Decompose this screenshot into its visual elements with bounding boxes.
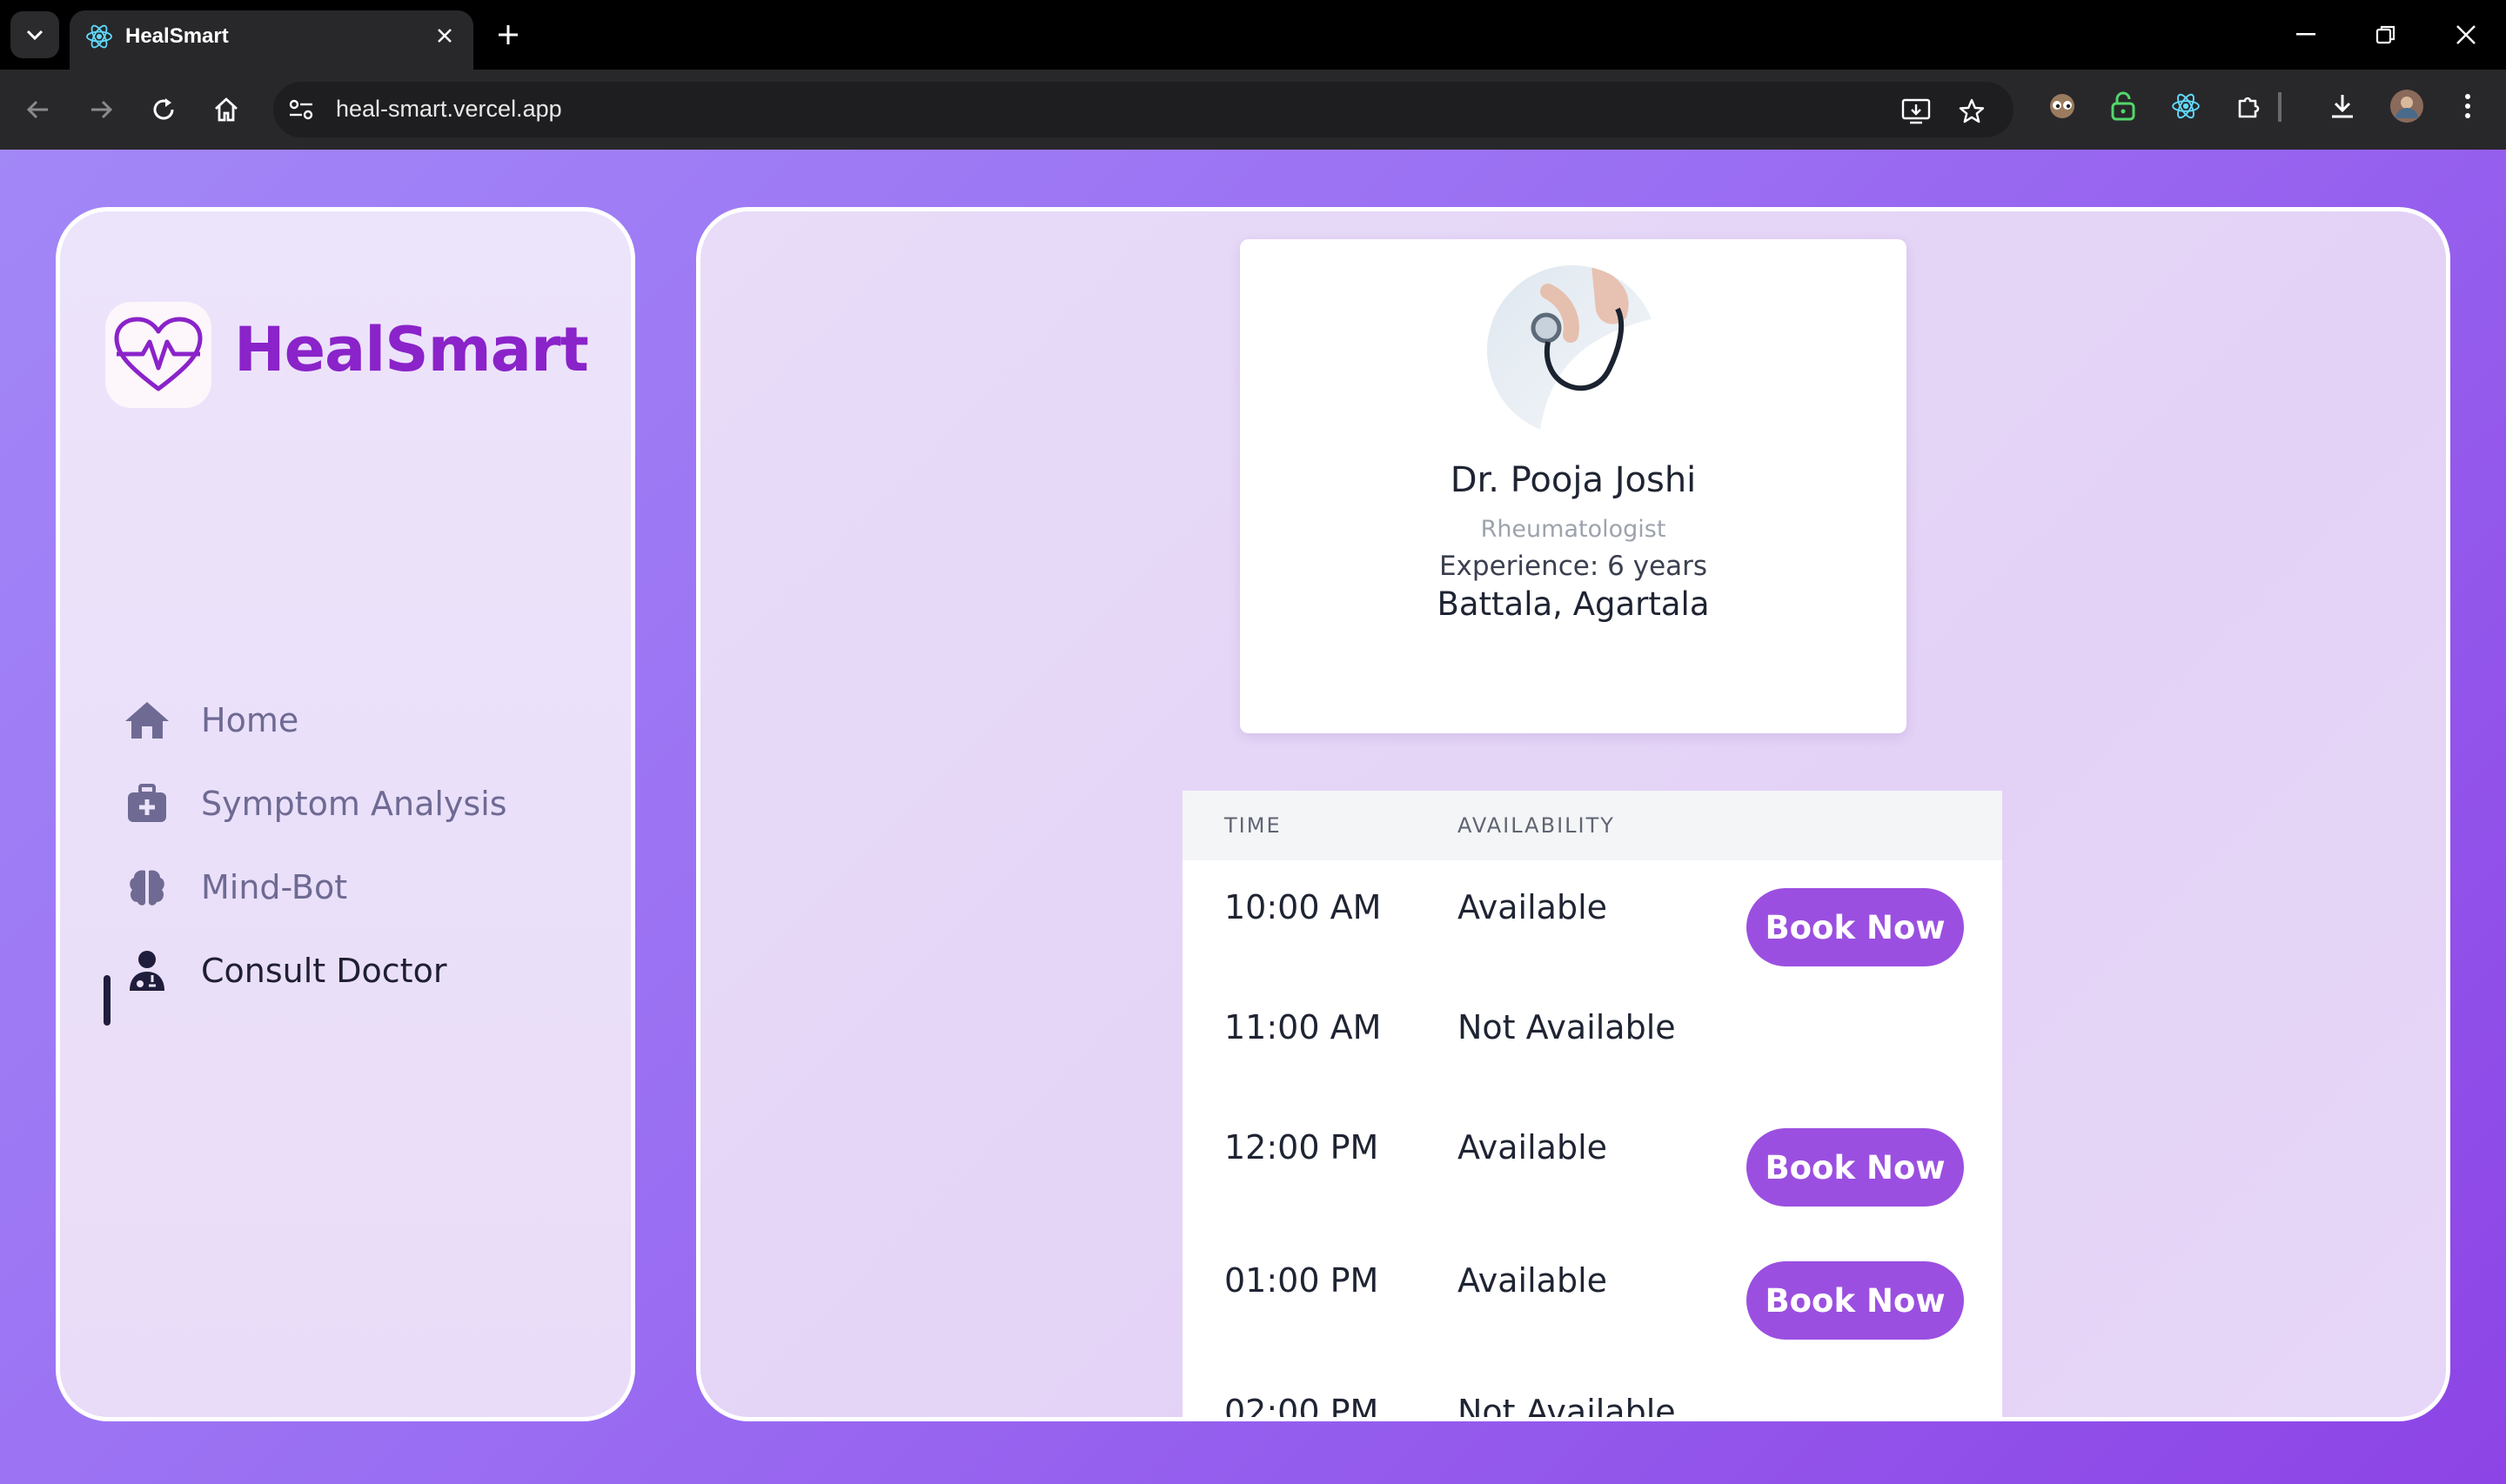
more-menu-icon[interactable] (2450, 89, 2485, 124)
slot-availability: Not Available (1457, 1008, 1676, 1046)
slot-availability: Available (1457, 1128, 1608, 1166)
book-now-button[interactable]: Book Now (1746, 1261, 1964, 1340)
nav-label: Symptom Analysis (201, 785, 507, 823)
nav-item-symptom-analysis[interactable]: Symptom Analysis (123, 773, 593, 834)
slot-availability: Not Available (1457, 1393, 1676, 1421)
arrow-right-icon (91, 100, 113, 119)
medical-kit-icon (123, 779, 171, 828)
reload-button[interactable] (143, 89, 184, 130)
address-bar[interactable]: heal-smart.vercel.app (273, 82, 2014, 137)
browser-tab-strip: HealSmart (0, 0, 2506, 70)
doctor-specialty: Rheumatologist (1480, 516, 1666, 543)
slot-time: 01:00 PM (1224, 1261, 1379, 1300)
site-settings-icon[interactable] (285, 94, 317, 125)
install-app-icon[interactable] (1899, 94, 1933, 129)
slot-availability: Available (1457, 888, 1608, 926)
bookmark-star-icon[interactable] (1954, 94, 1989, 129)
book-now-button[interactable]: Book Now (1746, 1128, 1964, 1207)
slot-availability: Available (1457, 1261, 1608, 1300)
close-icon (2456, 25, 2476, 44)
slot-time: 02:00 PM (1224, 1393, 1379, 1421)
browser-toolbar: heal-smart.vercel.app (0, 70, 2506, 150)
extensions-puzzle-icon[interactable] (2233, 89, 2268, 124)
app-logo[interactable] (105, 302, 211, 408)
book-now-button[interactable]: Book Now (1746, 888, 1964, 966)
restore-icon (2375, 25, 2395, 44)
heart-pulse-icon (114, 317, 203, 391)
active-indicator (104, 975, 111, 1026)
chevron-down-icon (26, 30, 44, 41)
slot-time: 12:00 PM (1224, 1128, 1379, 1166)
react-icon (86, 24, 112, 49)
schedule-table: TIME AVAILABILITY 10:00 AM Available Boo… (1183, 791, 2002, 1421)
plus-icon (499, 25, 518, 44)
header-availability: AVAILABILITY (1457, 813, 1615, 838)
table-header: TIME AVAILABILITY (1183, 791, 2002, 860)
toolbar-divider (2278, 92, 2282, 122)
nav-label: Mind-Bot (201, 868, 348, 906)
page-viewport: HealSmart Home Symptom Analysis Mind-Bot… (0, 150, 2506, 1484)
active-tab[interactable]: HealSmart (70, 10, 473, 70)
main-panel: Dr. Pooja Joshi Rheumatologist Experienc… (696, 207, 2450, 1421)
home-icon (215, 97, 238, 122)
doctor-card: Dr. Pooja Joshi Rheumatologist Experienc… (1240, 239, 1906, 733)
home-icon (123, 696, 171, 745)
forward-button[interactable] (80, 89, 122, 130)
brand-name: HealSmart (234, 314, 589, 385)
close-tab-icon[interactable] (430, 21, 459, 50)
nav-item-consult-doctor[interactable]: Consult Doctor (123, 940, 593, 1001)
nav-label: Home (201, 701, 299, 739)
doctor-experience: Experience: 6 years (1438, 551, 1708, 582)
profile-avatar[interactable] (2388, 87, 2426, 125)
react-devtools-icon[interactable] (2168, 89, 2203, 124)
extension-lock-icon[interactable] (2106, 89, 2141, 124)
arrow-left-icon (26, 100, 48, 119)
restore-button[interactable] (2369, 17, 2403, 52)
tab-search-button[interactable] (10, 11, 59, 58)
minimize-button[interactable] (2288, 17, 2323, 52)
brain-icon (123, 863, 171, 912)
sidebar: HealSmart Home Symptom Analysis Mind-Bot… (56, 207, 635, 1421)
slot-time: 11:00 AM (1224, 1008, 1382, 1046)
home-button[interactable] (205, 89, 247, 130)
new-tab-button[interactable] (492, 19, 524, 50)
nav-item-home[interactable]: Home (123, 690, 593, 751)
reload-icon (153, 98, 174, 120)
slot-time: 10:00 AM (1224, 888, 1382, 926)
header-time: TIME (1224, 813, 1282, 838)
doctor-location: Battala, Agartala (1437, 585, 1710, 623)
extension-eyes-icon[interactable] (2045, 89, 2080, 124)
nav-label: Consult Doctor (201, 952, 447, 990)
tab-title: HealSmart (125, 24, 229, 48)
url-text: heal-smart.vercel.app (336, 96, 562, 122)
minimize-icon (2296, 33, 2315, 36)
doctor-avatar (1487, 265, 1658, 436)
back-button[interactable] (17, 89, 59, 130)
download-icon[interactable] (2325, 89, 2360, 124)
close-window-button[interactable] (2449, 17, 2483, 52)
nav-item-mind-bot[interactable]: Mind-Bot (123, 857, 593, 918)
doctor-icon (123, 946, 171, 995)
doctor-name: Dr. Pooja Joshi (1450, 460, 1697, 500)
